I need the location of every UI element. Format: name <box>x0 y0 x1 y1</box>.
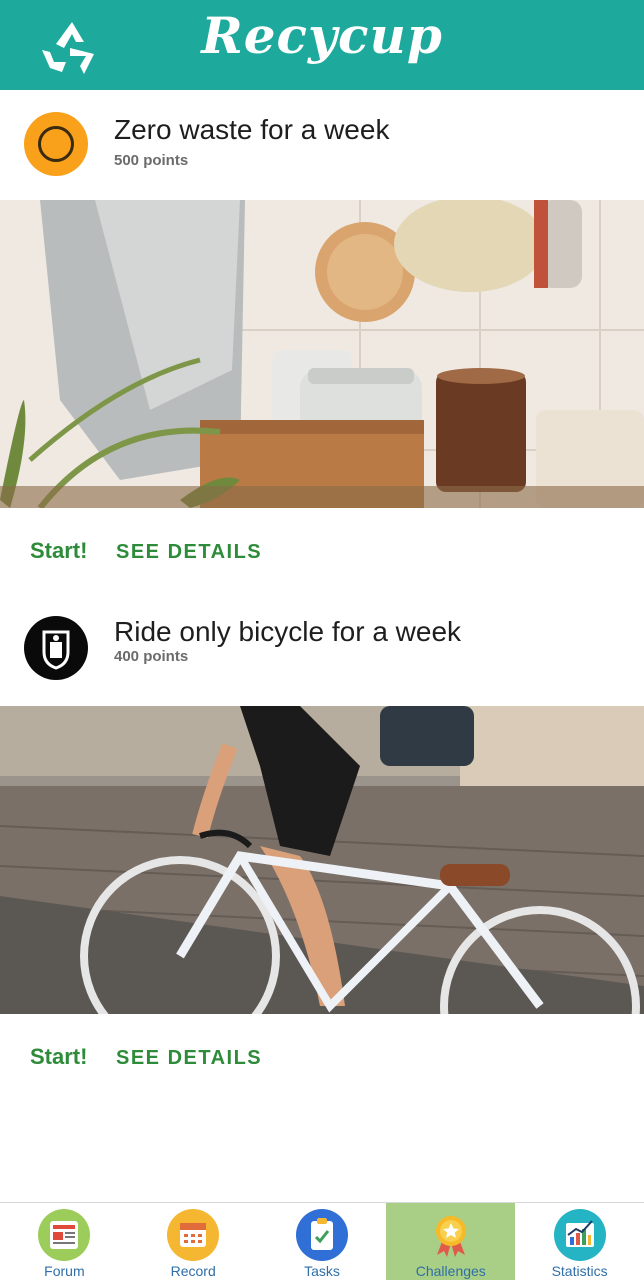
start-button[interactable]: Start! <box>30 538 87 564</box>
challenge-points: 500 points <box>114 152 189 169</box>
nav-label-challenges: Challenges <box>415 1263 486 1279</box>
challenge-title: Zero waste for a week <box>114 114 390 145</box>
bicycle-photo <box>0 706 644 1014</box>
app-title: Recycup <box>201 6 443 65</box>
app-screen: Recycup Zero waste for a week 500 points <box>0 0 644 1280</box>
nav-item-challenges[interactable]: Challenges <box>386 1203 516 1280</box>
nav-label-tasks: Tasks <box>304 1263 340 1279</box>
news-icon <box>38 1209 91 1261</box>
challenge-title: Ride only bicycle for a week <box>114 616 462 647</box>
clipboard-icon <box>295 1209 348 1261</box>
calendar-icon <box>167 1209 220 1261</box>
nav-item-forum[interactable]: Forum <box>0 1203 129 1280</box>
nav-item-record[interactable]: Record <box>129 1203 258 1280</box>
nav-item-statistics[interactable]: Statistics <box>515 1203 644 1280</box>
app-header: Recycup <box>0 0 644 90</box>
zero-waste-badge-icon <box>24 112 88 176</box>
nav-item-tasks[interactable]: Tasks <box>258 1203 387 1280</box>
see-details-button[interactable]: SEE DETAILS <box>116 1047 262 1070</box>
bicycle-badge-icon <box>24 616 88 680</box>
nav-label-forum: Forum <box>44 1263 85 1279</box>
bottom-navigation: Forum Record Tasks Challenges Statistics <box>0 1202 644 1280</box>
challenge-points: 400 points <box>114 648 189 665</box>
start-button[interactable]: Start! <box>30 1044 87 1070</box>
chart-icon <box>553 1209 606 1261</box>
nav-label-record: Record <box>170 1263 216 1279</box>
challenge-card-header: Ride only bicycle for a week 400 points <box>0 590 644 700</box>
zero-waste-photo <box>0 200 644 508</box>
nav-label-statistics: Statistics <box>551 1263 608 1279</box>
see-details-button[interactable]: SEE DETAILS <box>116 541 262 564</box>
challenge-actions: Start! SEE DETAILS <box>0 1014 644 1094</box>
challenge-actions: Start! SEE DETAILS <box>0 508 644 588</box>
challenge-card-header: Zero waste for a week 500 points <box>0 90 644 200</box>
medal-icon <box>424 1209 477 1261</box>
